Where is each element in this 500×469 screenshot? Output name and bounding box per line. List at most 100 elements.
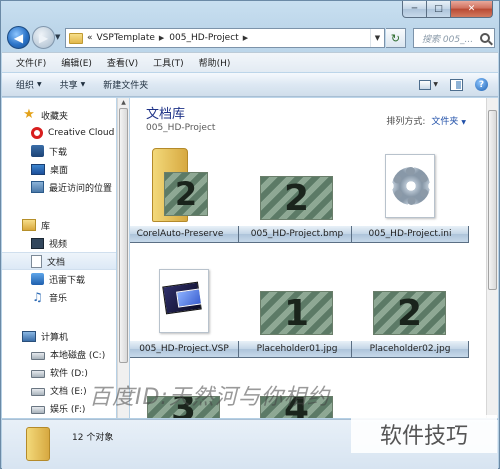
search-placeholder: 搜索 005_...	[422, 34, 474, 45]
breadcrumb-overflow[interactable]: «	[87, 33, 93, 43]
recent-pages-dropdown[interactable]: ▼	[55, 33, 63, 41]
menu-help[interactable]: 帮助(H)	[199, 56, 231, 69]
drive-icon	[31, 405, 45, 414]
scrollbar-thumb[interactable]	[488, 110, 497, 290]
thunder-download-icon	[31, 273, 44, 285]
computer-header: 计算机	[41, 332, 69, 343]
file-name-line2: ini	[440, 228, 452, 239]
nav-item-documents[interactable]: 文档	[2, 252, 116, 270]
file-tile-placeholder-01[interactable]: 1 Placeholder 01.jpg	[238, 263, 356, 371]
arrange-by-control[interactable]: 排列方式: 文件夹 ▼	[386, 114, 466, 127]
address-dropdown-icon[interactable]: ▼	[370, 29, 384, 47]
organize-button[interactable]: 组织 ▼	[16, 78, 42, 91]
file-tile-placeholder-02[interactable]: 2 Placeholder 02.jpg	[351, 263, 469, 371]
chevron-down-icon: ▼	[37, 81, 42, 88]
folder-icon	[26, 427, 50, 461]
command-bar: 组织 ▼ 共享 ▼ 新建文件夹 ▼ ?	[2, 73, 498, 97]
nav-item-thunder-downloads[interactable]: 迅雷下载	[2, 270, 116, 288]
menu-file[interactable]: 文件(F)	[16, 56, 46, 69]
breadcrumb-chevron-icon[interactable]: ▶	[159, 34, 164, 42]
refresh-icon: ↻	[390, 31, 401, 45]
nav-item-drive-c[interactable]: 本地磁盘 (C:)	[2, 345, 116, 363]
item-count: 12 个对象	[72, 433, 114, 443]
desktop-icon	[31, 163, 45, 175]
new-folder-button[interactable]: 新建文件夹	[103, 78, 148, 91]
change-view-icon[interactable]	[419, 79, 432, 90]
file-name-line1: 005_HD-Project.	[368, 228, 441, 239]
minimize-button[interactable]: ─	[402, 1, 427, 18]
view-dropdown-icon[interactable]: ▼	[433, 81, 438, 88]
downloads-icon	[31, 145, 44, 157]
nav-item-label: 下载	[49, 147, 68, 158]
menu-bar: 文件(F) 编辑(E) 查看(V) 工具(T) 帮助(H)	[2, 52, 498, 72]
arrange-value[interactable]: 文件夹	[431, 117, 458, 127]
back-arrow-icon: ◀	[13, 30, 24, 45]
nav-item-creative-cloud[interactable]: Creative Cloud	[2, 124, 116, 142]
nav-section-computer[interactable]: 计算机	[2, 327, 116, 345]
menu-view[interactable]: 查看(V)	[107, 56, 138, 69]
forward-arrow-icon: ▶	[38, 30, 49, 45]
menu-tools[interactable]: 工具(T)	[153, 56, 184, 69]
caption-buttons: ─ □ ✕	[402, 1, 493, 18]
file-list-pane: 文档库 005_HD-Project 排列方式: 文件夹 ▼ 2 Corel Aut…	[130, 98, 498, 418]
nav-item-label: 最近访问的位置	[49, 183, 113, 194]
nav-item-desktop[interactable]: 桌面	[2, 160, 116, 178]
watermark-corner: 软件技巧	[351, 415, 497, 453]
file-tile-corel-auto-preserve[interactable]: 2 Corel Auto-Preserve	[130, 148, 239, 256]
file-name-line2: 02.jpg	[422, 343, 451, 354]
nav-item-label: 软件 (D:)	[50, 368, 88, 379]
preview-pane-icon[interactable]	[450, 78, 463, 91]
file-name: 005_HD-Project. VSP	[130, 341, 243, 358]
close-button[interactable]: ✕	[451, 1, 493, 18]
nav-item-label: 文档	[47, 257, 66, 268]
nav-item-music[interactable]: ♫ 音乐	[2, 288, 116, 306]
image-thumbnail: 2	[373, 291, 446, 335]
forward-button[interactable]: ▶	[32, 26, 55, 49]
menu-edit[interactable]: 编辑(E)	[61, 56, 92, 69]
nav-item-label: 娱乐 (F:)	[50, 404, 86, 415]
breadcrumb-vsptemplate[interactable]: VSPTemplate	[97, 33, 155, 43]
navigation-pane-scrollbar[interactable]: ▲	[117, 98, 129, 418]
nav-section-favorites[interactable]: ★ 收藏夹	[2, 106, 116, 124]
chevron-down-icon: ▼	[461, 119, 466, 126]
search-icon[interactable]	[480, 33, 490, 43]
explorer-window: ─ □ ✕ ◀ ▶ ▼ « VSPTemplate ▶ 005_HD-Proje…	[0, 0, 500, 469]
nav-item-label: 桌面	[50, 165, 69, 176]
library-icon	[22, 219, 36, 231]
file-name-line2: 01.jpg	[309, 343, 338, 354]
file-tile-005-hd-project-vsp[interactable]: 005_HD-Project. VSP	[130, 263, 243, 371]
nav-item-videos[interactable]: 视频	[2, 234, 116, 252]
thumbnail-number: 1	[283, 292, 310, 334]
view-controls: ▼ ?	[419, 78, 488, 91]
thumbnail-number: 2	[174, 175, 198, 213]
refresh-button[interactable]: ↻	[386, 28, 406, 48]
library-title: 文档库	[146, 107, 186, 122]
nav-item-label: 迅雷下载	[49, 275, 86, 286]
maximize-button[interactable]: □	[427, 1, 451, 18]
scrollbar-thumb[interactable]	[119, 108, 128, 363]
address-bar[interactable]: « VSPTemplate ▶ 005_HD-Project ▶ ▼	[65, 28, 385, 48]
search-input[interactable]: 搜索 005_...	[413, 28, 495, 48]
nav-item-downloads[interactable]: 下载	[2, 142, 116, 160]
recent-places-icon	[31, 181, 44, 193]
nav-section-libraries[interactable]: 库	[2, 216, 116, 234]
breadcrumb-005-hd-project[interactable]: 005_HD-Project	[169, 33, 238, 43]
help-icon[interactable]: ?	[475, 78, 488, 91]
file-name-line1: Placeholder	[369, 343, 423, 354]
file-tile-005-hd-project-bmp[interactable]: 2 005_HD-Project. bmp	[238, 148, 356, 256]
nav-item-recent-places[interactable]: 最近访问的位置	[2, 178, 116, 196]
file-name-line2: Auto-Preserve	[159, 228, 224, 239]
file-list-scrollbar[interactable]	[486, 98, 498, 418]
nav-item-label: Creative Cloud	[48, 128, 115, 138]
arrange-label: 排列方式:	[386, 117, 426, 127]
nav-item-label: 本地磁盘 (C:)	[50, 350, 106, 361]
back-button[interactable]: ◀	[7, 26, 30, 49]
creative-cloud-icon	[31, 127, 43, 139]
favorites-header: 收藏夹	[41, 111, 69, 122]
breadcrumb-chevron-icon[interactable]: ▶	[243, 34, 248, 42]
file-tile-005-hd-project-ini[interactable]: 005_HD-Project. ini	[351, 148, 469, 256]
scroll-up-icon[interactable]: ▲	[118, 99, 129, 108]
nav-item-label: 视频	[49, 239, 68, 250]
settings-file-icon	[385, 154, 435, 218]
share-button[interactable]: 共享 ▼	[60, 78, 86, 91]
